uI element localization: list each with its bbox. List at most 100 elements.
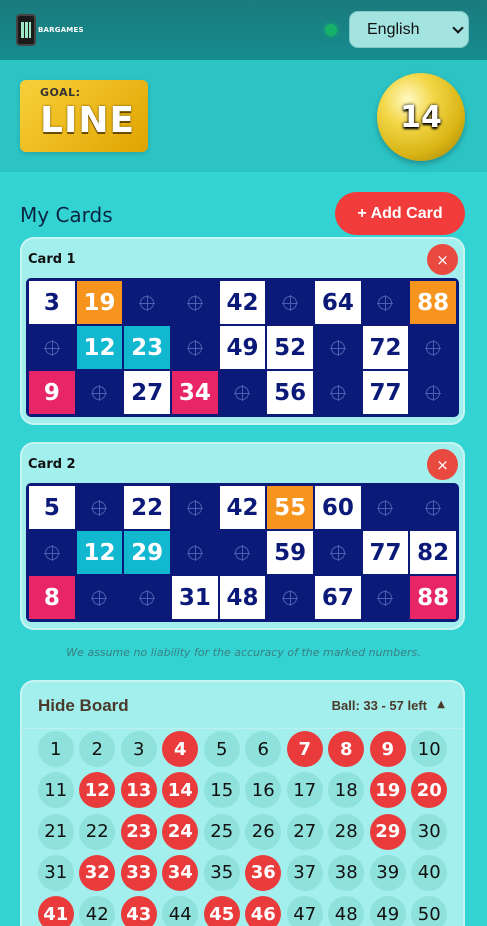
empty-cell[interactable] <box>76 576 123 619</box>
empty-cell[interactable] <box>29 531 75 574</box>
empty-cell[interactable] <box>29 326 75 369</box>
drawn-number[interactable]: 9 <box>369 731 406 767</box>
drawn-number[interactable]: 43 <box>120 896 157 926</box>
drawn-number[interactable]: 23 <box>120 813 157 850</box>
marked-number-cell[interactable]: 88 <box>410 576 456 619</box>
board-number[interactable]: 17 <box>286 772 323 809</box>
board-number[interactable]: 37 <box>286 854 323 891</box>
board-number[interactable]: 47 <box>286 896 323 926</box>
number-cell[interactable]: 22 <box>124 486 170 529</box>
marked-number-cell[interactable]: 12 <box>76 326 123 369</box>
number-cell[interactable]: 82 <box>410 531 456 574</box>
drawn-number[interactable]: 46 <box>245 896 282 926</box>
drawn-number[interactable]: 7 <box>286 731 323 767</box>
board-number[interactable]: 40 <box>411 854 448 891</box>
number-cell[interactable]: 48 <box>219 576 266 619</box>
number-cell[interactable]: 77 <box>362 371 409 414</box>
number-cell[interactable]: 52 <box>267 326 313 369</box>
board-number[interactable]: 21 <box>37 813 74 850</box>
drawn-number[interactable]: 33 <box>120 854 157 891</box>
number-cell[interactable]: 60 <box>315 486 361 529</box>
board-number[interactable]: 42 <box>79 896 116 926</box>
board-number[interactable]: 22 <box>79 813 116 850</box>
language-select[interactable]: English <box>349 11 469 48</box>
number-cell[interactable]: 27 <box>124 371 170 414</box>
empty-cell[interactable] <box>410 486 456 529</box>
drawn-number[interactable]: 36 <box>245 854 282 891</box>
empty-cell[interactable] <box>172 326 218 369</box>
marked-number-cell[interactable]: 34 <box>172 371 218 414</box>
marked-number-cell[interactable]: 88 <box>410 281 456 324</box>
board-number[interactable]: 44 <box>162 896 199 926</box>
marked-number-cell[interactable]: 8 <box>29 576 75 619</box>
drawn-number[interactable]: 24 <box>162 813 199 850</box>
board-number[interactable]: 16 <box>245 772 282 809</box>
marked-number-cell[interactable]: 19 <box>76 281 123 324</box>
board-number[interactable]: 38 <box>328 854 365 891</box>
board-number[interactable]: 31 <box>37 854 74 891</box>
remove-card-button[interactable]: × <box>427 244 458 275</box>
empty-cell[interactable] <box>267 281 313 324</box>
remove-card-button[interactable]: × <box>427 449 458 480</box>
board-number[interactable]: 25 <box>203 813 240 850</box>
empty-cell[interactable] <box>219 371 266 414</box>
number-cell[interactable]: 59 <box>267 531 313 574</box>
board-number[interactable]: 48 <box>328 896 365 926</box>
empty-cell[interactable] <box>76 486 123 529</box>
number-cell[interactable]: 31 <box>172 576 218 619</box>
board-number[interactable]: 30 <box>411 813 448 850</box>
drawn-number[interactable]: 4 <box>162 731 199 767</box>
marked-number-cell[interactable]: 12 <box>76 531 123 574</box>
empty-cell[interactable] <box>362 576 409 619</box>
empty-cell[interactable] <box>124 281 170 324</box>
drawn-number[interactable]: 41 <box>37 896 74 926</box>
number-cell[interactable]: 77 <box>362 531 409 574</box>
marked-number-cell[interactable]: 9 <box>29 371 75 414</box>
empty-cell[interactable] <box>362 486 409 529</box>
drawn-number[interactable]: 29 <box>369 813 406 850</box>
empty-cell[interactable] <box>172 531 218 574</box>
number-cell[interactable]: 49 <box>219 326 266 369</box>
empty-cell[interactable] <box>315 371 361 414</box>
board-number[interactable]: 39 <box>369 854 406 891</box>
add-card-button[interactable]: + Add Card <box>335 192 465 235</box>
drawn-number[interactable]: 13 <box>120 772 157 809</box>
number-cell[interactable]: 42 <box>219 486 266 529</box>
number-cell[interactable]: 56 <box>267 371 313 414</box>
number-cell[interactable]: 42 <box>219 281 266 324</box>
hide-board-toggle[interactable]: Hide Board <box>38 696 129 716</box>
number-cell[interactable]: 72 <box>362 326 409 369</box>
board-number[interactable]: 10 <box>411 731 448 767</box>
drawn-number[interactable]: 19 <box>369 772 406 809</box>
empty-cell[interactable] <box>219 531 266 574</box>
empty-cell[interactable] <box>124 576 170 619</box>
empty-cell[interactable] <box>315 531 361 574</box>
number-cell[interactable]: 64 <box>315 281 361 324</box>
marked-number-cell[interactable]: 29 <box>124 531 170 574</box>
board-number[interactable]: 35 <box>203 854 240 891</box>
board-number[interactable]: 3 <box>120 731 157 767</box>
board-number[interactable]: 50 <box>411 896 448 926</box>
drawn-number[interactable]: 45 <box>203 896 240 926</box>
drawn-number[interactable]: 12 <box>79 772 116 809</box>
board-number[interactable]: 18 <box>328 772 365 809</box>
board-number[interactable]: 5 <box>203 731 240 767</box>
board-number[interactable]: 15 <box>203 772 240 809</box>
marked-number-cell[interactable]: 23 <box>124 326 170 369</box>
number-cell[interactable]: 67 <box>315 576 361 619</box>
drawn-number[interactable]: 32 <box>79 854 116 891</box>
drawn-number[interactable]: 20 <box>411 772 448 809</box>
board-number[interactable]: 11 <box>37 772 74 809</box>
board-number[interactable]: 27 <box>286 813 323 850</box>
empty-cell[interactable] <box>315 326 361 369</box>
board-number[interactable]: 26 <box>245 813 282 850</box>
board-number[interactable]: 1 <box>37 731 74 767</box>
empty-cell[interactable] <box>410 371 456 414</box>
number-cell[interactable]: 5 <box>29 486 75 529</box>
board-number[interactable]: 6 <box>245 731 282 767</box>
board-number[interactable]: 28 <box>328 813 365 850</box>
number-cell[interactable]: 3 <box>29 281 75 324</box>
drawn-number[interactable]: 14 <box>162 772 199 809</box>
collapse-arrow-icon[interactable]: ▲ <box>437 699 445 710</box>
drawn-number[interactable]: 8 <box>328 731 365 767</box>
